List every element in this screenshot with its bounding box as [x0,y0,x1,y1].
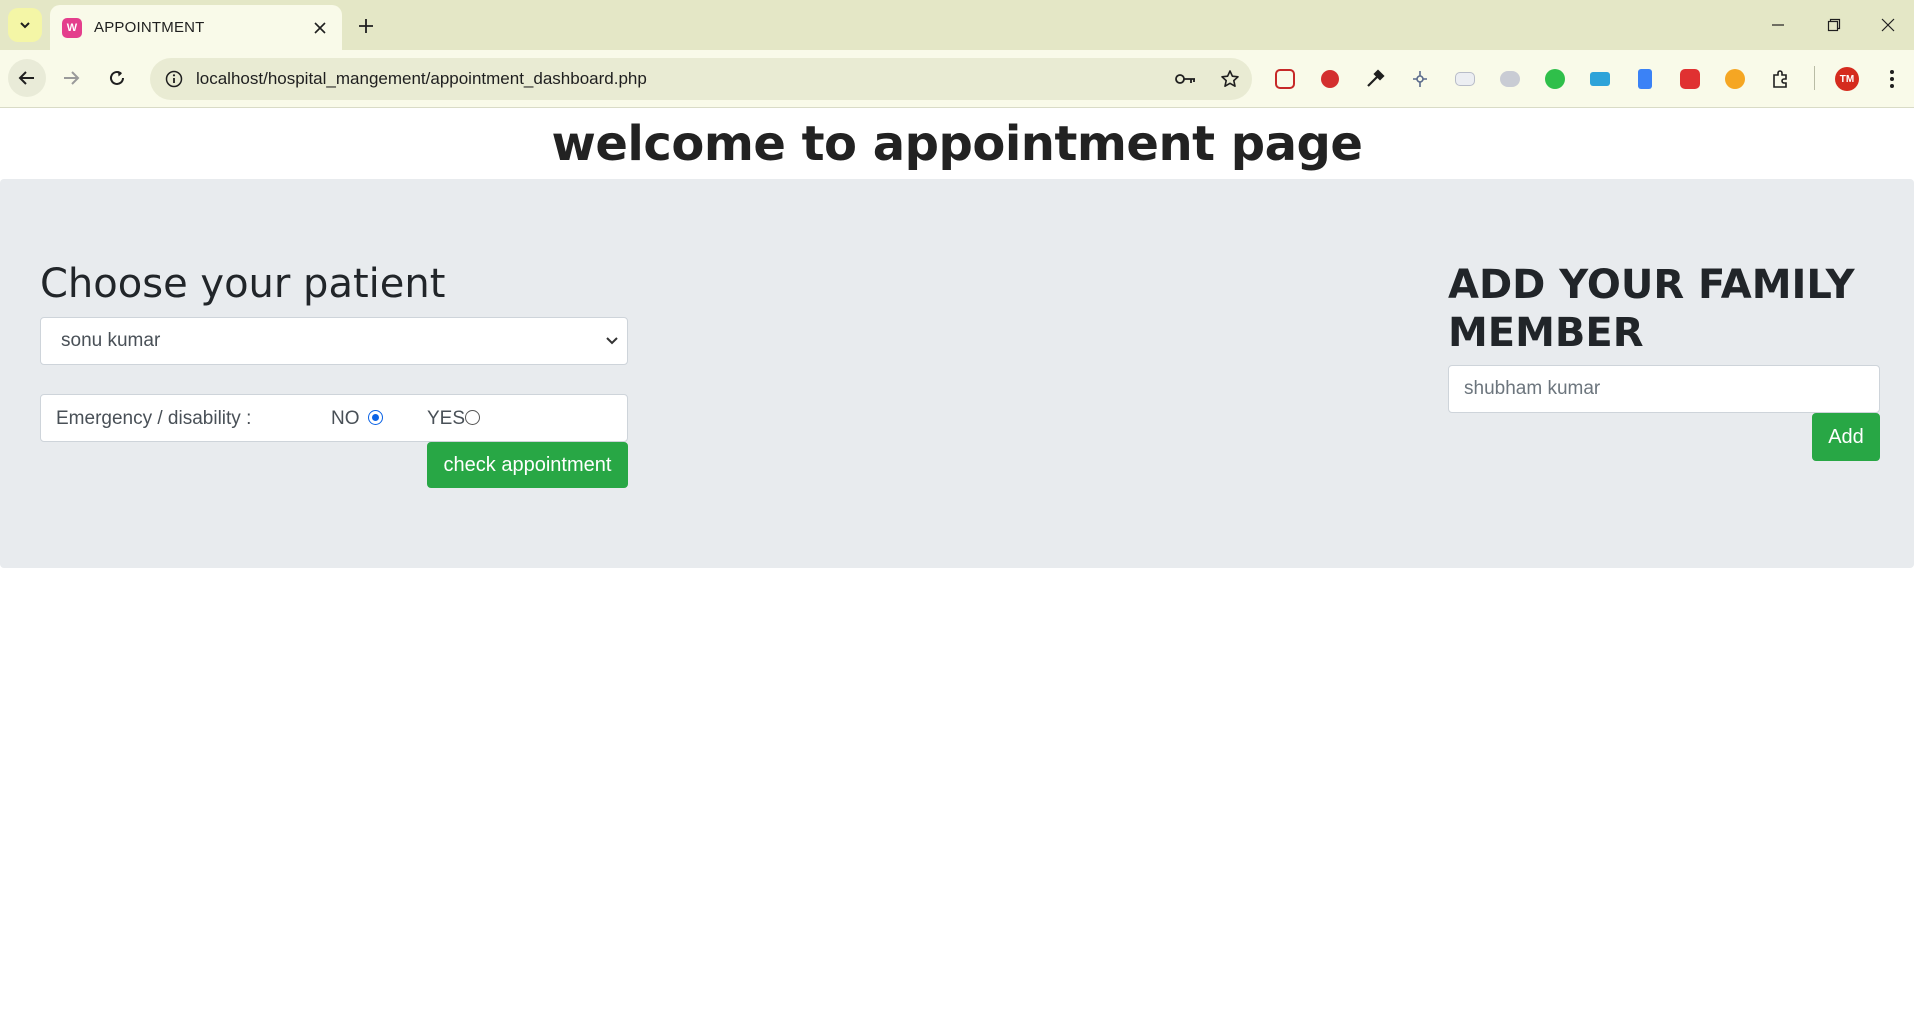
page-content: welcome to appointment page Choose your … [0,109,1914,1022]
url-text[interactable]: localhost/hospital_mangement/appointment… [196,69,1164,89]
tab-close-button[interactable] [306,14,334,42]
page-title: welcome to appointment page [551,116,1363,172]
minimize-button[interactable] [1750,0,1806,50]
extension-network-icon[interactable] [1405,64,1435,94]
back-arrow-icon [18,71,34,85]
plus-icon [359,19,373,33]
reload-icon [110,70,124,85]
extension-blue-icon[interactable] [1585,64,1615,94]
option-no-label: NO [331,408,360,429]
add-family-button[interactable]: Add [1812,413,1880,461]
browser-toolbar: localhost/hospital_mangement/appointment… [0,50,1914,108]
add-family-heading: ADD YOUR FAMILY MEMBER [1448,262,1855,356]
chevron-down-icon [20,22,30,29]
password-key-icon[interactable] [1164,58,1208,100]
extension-record-icon[interactable] [1315,64,1345,94]
window-close-icon [1881,18,1895,32]
reload-button[interactable] [98,59,136,97]
browser-tab-bar: W APPOINTMENT [0,0,1914,50]
minimize-icon [1772,24,1784,26]
browser-menu-button[interactable] [1877,64,1907,94]
appointment-panel: Choose your patient sonu kumar Emergency… [0,179,1914,568]
family-member-placeholder: shubham kumar [1464,378,1601,399]
tab-search-button[interactable] [8,8,42,42]
kebab-menu-icon [1890,70,1894,88]
choose-patient-heading: Choose your patient [40,261,446,307]
back-button[interactable] [8,59,46,97]
radio-no[interactable] [368,410,383,425]
toolbar-divider [1814,66,1815,90]
site-info-icon[interactable] [152,70,196,88]
close-icon [314,21,326,34]
browser-tab[interactable]: W APPOINTMENT [50,5,342,50]
extension-pdf-icon[interactable] [1675,64,1705,94]
radio-yes[interactable] [465,410,480,425]
emergency-field: Emergency / disability : NO YES [40,394,628,442]
chevron-down-icon [606,337,618,345]
extension-window-icon[interactable] [1450,64,1480,94]
bookmark-star-icon[interactable] [1208,58,1252,100]
check-appointment-button[interactable]: check appointment [427,442,628,488]
family-member-input[interactable]: shubham kumar [1448,365,1880,413]
forward-button[interactable] [52,59,90,97]
restore-button[interactable] [1806,0,1862,50]
extension-red-icon[interactable] [1270,64,1300,94]
favicon-icon: W [62,17,82,38]
option-yes-label: YES [427,408,466,429]
new-tab-button[interactable] [350,10,382,42]
extension-orange-icon[interactable] [1720,64,1750,94]
extension-green-icon[interactable] [1540,64,1570,94]
patient-select[interactable]: sonu kumar [40,317,628,365]
window-close-button[interactable] [1862,0,1914,50]
patient-select-value: sonu kumar [61,330,161,351]
extension-cloud-icon[interactable] [1495,64,1525,94]
profile-avatar[interactable]: TM [1832,64,1862,94]
eyedropper-icon[interactable] [1360,64,1390,94]
emergency-label: Emergency / disability : [56,408,252,429]
extension-phone-icon[interactable] [1630,64,1660,94]
avatar: TM [1835,67,1859,91]
extensions-puzzle-icon[interactable] [1765,64,1795,94]
tab-title: APPOINTMENT [94,19,205,36]
forward-arrow-icon [64,71,80,85]
restore-icon [1827,18,1841,32]
address-bar[interactable]: localhost/hospital_mangement/appointment… [150,58,1252,100]
